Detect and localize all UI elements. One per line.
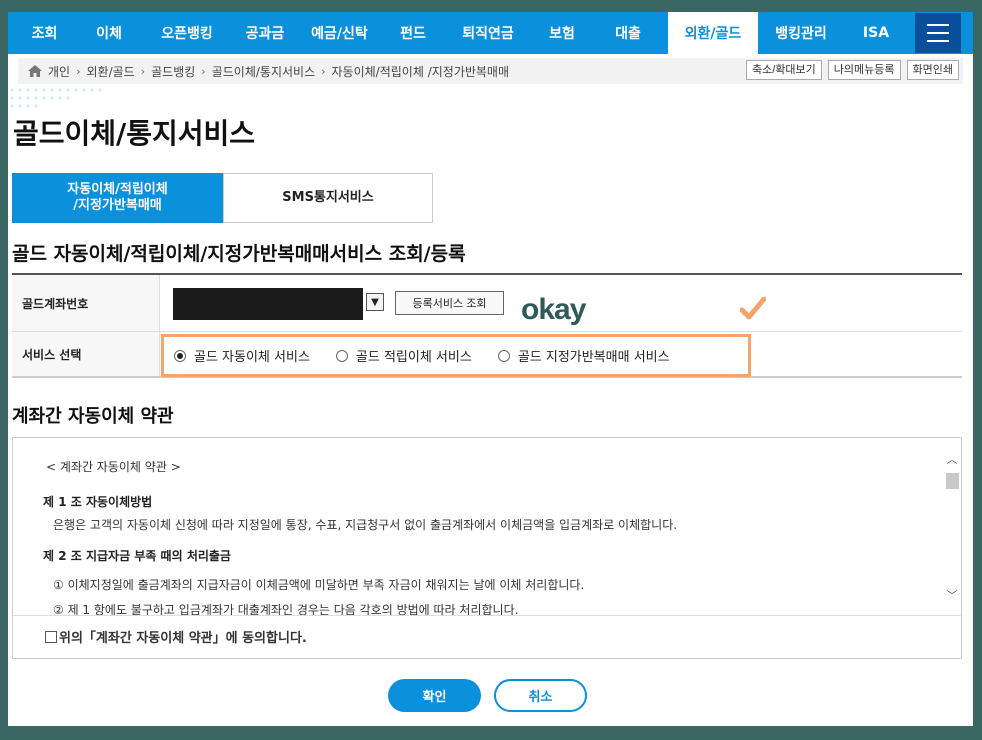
scroll-down-icon[interactable]: ﹀ bbox=[943, 588, 961, 602]
breadcrumb-item[interactable]: 외환/골드 bbox=[87, 63, 135, 80]
tab-bar: 자동이체/적립이체 /지정가반복매매 SMS통지서비스 bbox=[12, 173, 433, 223]
cancel-button[interactable]: 취소 bbox=[494, 679, 587, 712]
radio-limit-trade[interactable]: 골드 지정가반복매매 서비스 bbox=[497, 346, 670, 365]
action-buttons: 확인 취소 bbox=[388, 679, 587, 712]
terms-article-title: 제 2 조 지급자금 부족 때의 처리출금 bbox=[43, 549, 231, 563]
lookup-services-button[interactable]: 등록서비스 조회 bbox=[395, 291, 504, 315]
section-title: 골드 자동이체/적립이체/지정가반복매매서비스 조회/등록 bbox=[12, 243, 466, 265]
chevron-down-icon[interactable]: ▼ bbox=[366, 293, 384, 311]
my-menu-button[interactable]: 나의메뉴등록 bbox=[827, 60, 901, 80]
nav-item-fund[interactable]: 펀드 bbox=[386, 12, 440, 54]
nav-item-isa[interactable]: ISA bbox=[844, 12, 908, 54]
chevron-right-icon: › bbox=[321, 64, 326, 78]
terms-box: < 계좌간 자동이체 약관 > 제 1 조 자동이체방법 은행은 고객의 자동이… bbox=[12, 437, 962, 659]
nav-item-fx-gold[interactable]: 외환/골드 bbox=[668, 12, 758, 54]
tab-label: 자동이체/적립이체 /지정가반복매매 bbox=[67, 182, 168, 213]
account-select[interactable] bbox=[173, 288, 363, 320]
radio-label: 골드 자동이체 서비스 bbox=[194, 350, 310, 365]
zoom-button[interactable]: 축소/확대보기 bbox=[746, 60, 822, 80]
nav-item-pension[interactable]: 퇴직연금 bbox=[440, 12, 536, 54]
tab-auto-transfer[interactable]: 자동이체/적립이체 /지정가반복매매 bbox=[12, 173, 223, 223]
radio-button-selected[interactable] bbox=[174, 349, 186, 362]
terms-article-body: 은행은 고객의 자동이체 신청에 따라 지정일에 통장, 수표, 지급청구서 없… bbox=[53, 518, 678, 532]
terms-agree[interactable]: 위의「계좌간 자동이체 약관」에 동의합니다. bbox=[45, 627, 307, 646]
breadcrumb-item[interactable]: 개인 bbox=[48, 63, 70, 80]
print-button[interactable]: 화면인쇄 bbox=[906, 60, 959, 80]
browser-frame: 조회 이체 오픈뱅킹 공과금 예금/신탁 펀드 퇴직연금 보험 대출 외환/골드… bbox=[8, 12, 973, 726]
terms-article-item: ② 제 1 항에도 불구하고 입금계좌가 대출계좌인 경우는 다음 각호의 방법… bbox=[53, 603, 519, 616]
breadcrumb: 개인 › 외환/골드 › 골드뱅킹 › 골드이체/통지서비스 › 자동이체/적립… bbox=[18, 58, 963, 84]
service-radio-group: 골드 자동이체 서비스 골드 적립이체 서비스 골드 지정가반복매매 서비스 bbox=[161, 334, 751, 377]
check-icon bbox=[740, 297, 766, 320]
nav-item-inquiry[interactable]: 조회 bbox=[8, 12, 81, 54]
nav-item-banking-mgmt[interactable]: 뱅킹관리 bbox=[758, 12, 844, 54]
account-row: 골드계좌번호 ▼ 등록서비스 조회 okay bbox=[12, 275, 962, 332]
radio-accumulate-transfer[interactable]: 골드 적립이체 서비스 bbox=[335, 346, 472, 365]
account-label: 골드계좌번호 bbox=[12, 275, 160, 331]
tab-sms-notice[interactable]: SMS통지서비스 bbox=[223, 173, 433, 223]
radio-auto-transfer[interactable]: 골드 자동이체 서비스 bbox=[174, 346, 310, 365]
radio-label: 골드 적립이체 서비스 bbox=[355, 350, 472, 365]
radio-button[interactable] bbox=[497, 349, 510, 362]
chevron-right-icon: › bbox=[76, 64, 81, 78]
home-icon[interactable] bbox=[28, 65, 42, 77]
hamburger-icon[interactable] bbox=[915, 13, 961, 53]
service-form: 골드계좌번호 ▼ 등록서비스 조회 okay 서비스 선택 골드 자동이체 서비… bbox=[12, 273, 962, 378]
breadcrumb-current: 자동이체/적립이체 /지정가반복매매 bbox=[331, 64, 510, 79]
terms-scroll-area[interactable]: < 계좌간 자동이체 약관 > 제 1 조 자동이체방법 은행은 고객의 자동이… bbox=[13, 438, 961, 616]
nav-item-utilities[interactable]: 공과금 bbox=[237, 12, 293, 54]
chevron-right-icon: › bbox=[140, 64, 146, 78]
agree-label: 위의「계좌간 자동이체 약관」에 동의합니다. bbox=[59, 631, 307, 646]
page-title: 골드이체/통지서비스 bbox=[13, 117, 256, 150]
radio-label: 골드 지정가반복매매 서비스 bbox=[517, 350, 670, 365]
service-label: 서비스 선택 bbox=[12, 332, 160, 376]
terms-scrollbar[interactable]: ︿ ﹀ bbox=[943, 452, 961, 602]
breadcrumb-item[interactable]: 골드이체/통지서비스 bbox=[212, 63, 315, 80]
nav-item-openbanking[interactable]: 오픈뱅킹 bbox=[137, 12, 237, 54]
confirm-button[interactable]: 확인 bbox=[388, 679, 481, 712]
service-cell: 골드 자동이체 서비스 골드 적립이체 서비스 골드 지정가반복매매 서비스 bbox=[160, 332, 962, 377]
account-cell: ▼ 등록서비스 조회 okay bbox=[160, 275, 962, 331]
breadcrumb-tools: 축소/확대보기 나의메뉴등록 화면인쇄 bbox=[746, 60, 959, 80]
radio-button[interactable] bbox=[335, 349, 348, 362]
terms-article-item: ① 이체지정일에 출금계좌의 지급자금이 이체금액에 미달하면 부족 자금이 채… bbox=[53, 578, 585, 592]
top-nav: 조회 이체 오픈뱅킹 공과금 예금/신탁 펀드 퇴직연금 보험 대출 외환/골드… bbox=[8, 12, 973, 54]
tab-label: SMS통지서비스 bbox=[282, 190, 374, 205]
nav-item-loan[interactable]: 대출 bbox=[588, 12, 668, 54]
service-row: 서비스 선택 골드 자동이체 서비스 골드 적립이체 서비스 골드 지정가반복매… bbox=[12, 332, 962, 378]
scroll-up-icon[interactable]: ︿ bbox=[943, 452, 961, 466]
chevron-right-icon: › bbox=[201, 64, 206, 78]
terms-header: < 계좌간 자동이체 약관 > bbox=[46, 460, 181, 474]
nav-item-deposit[interactable]: 예금/신탁 bbox=[293, 12, 386, 54]
breadcrumb-item[interactable]: 골드뱅킹 bbox=[151, 63, 195, 80]
okay-annotation: okay bbox=[521, 293, 586, 326]
nav-item-insurance[interactable]: 보험 bbox=[536, 12, 588, 54]
agree-checkbox[interactable] bbox=[45, 630, 57, 643]
terms-title: 계좌간 자동이체 약관 bbox=[12, 406, 174, 427]
scroll-thumb[interactable] bbox=[946, 473, 959, 489]
nav-item-transfer[interactable]: 이체 bbox=[81, 12, 137, 54]
terms-article-title: 제 1 조 자동이체방법 bbox=[43, 495, 153, 509]
